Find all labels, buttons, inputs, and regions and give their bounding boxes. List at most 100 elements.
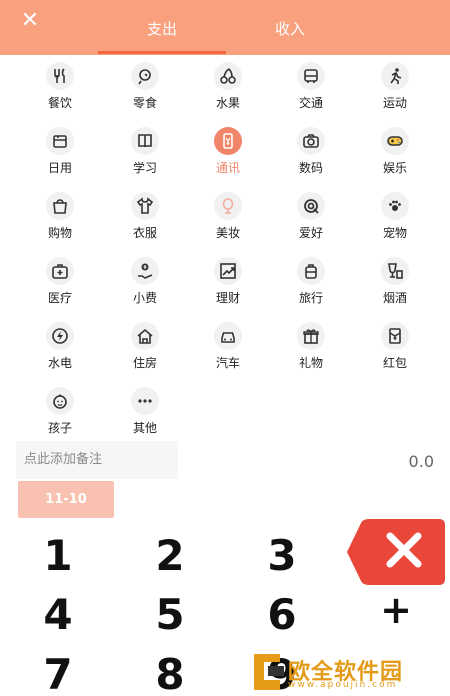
gamepad-icon: [381, 127, 409, 155]
category-label: 烟酒: [382, 291, 407, 305]
more-icon: [131, 387, 159, 415]
category-fork-knife[interactable]: 餐饮: [24, 58, 94, 116]
category-target[interactable]: 爱好: [275, 188, 345, 246]
category-label: 通讯: [215, 161, 240, 175]
watermark-icon: [254, 654, 284, 690]
note-input[interactable]: 点此添加备注: [16, 441, 178, 479]
calendar-icon: [46, 127, 74, 155]
tshirt-icon: [131, 192, 159, 220]
cherry-icon: [214, 62, 242, 90]
category-book[interactable]: 学习: [109, 123, 179, 181]
category-lightning[interactable]: 水电: [24, 318, 94, 376]
drink-icon: [381, 257, 409, 285]
mirror-icon: [214, 192, 242, 220]
category-car[interactable]: 汽车: [192, 318, 262, 376]
key-5[interactable]: 5: [140, 585, 200, 645]
category-label: 水电: [47, 356, 72, 370]
category-label: 衣服: [132, 226, 157, 240]
house-icon: [131, 322, 159, 350]
phone-icon: [214, 127, 242, 155]
category-label: 汽车: [215, 356, 240, 370]
camera-icon: [297, 127, 325, 155]
bus-icon: [297, 62, 325, 90]
category-calendar[interactable]: 日用: [24, 123, 94, 181]
date-button[interactable]: 11-10: [18, 481, 114, 518]
key-3[interactable]: 3: [252, 526, 312, 586]
key-8[interactable]: 8: [140, 645, 200, 696]
category-red-envelope[interactable]: 红包: [359, 318, 429, 376]
chart-up-icon: [214, 257, 242, 285]
header-bar: ✕ 支出 收入: [0, 0, 450, 55]
category-label: 旅行: [298, 291, 323, 305]
watermark-url: www.apoujin.com: [288, 680, 398, 690]
suitcase-icon: [297, 257, 325, 285]
category-label: 运动: [382, 96, 407, 110]
shopping-bag-icon: [46, 192, 74, 220]
category-label: 交通: [298, 96, 323, 110]
key-4[interactable]: 4: [28, 585, 88, 645]
category-label: 购物: [47, 226, 72, 240]
key-2[interactable]: 2: [140, 526, 200, 586]
category-label: 礼物: [298, 356, 323, 370]
category-running[interactable]: 运动: [359, 58, 429, 116]
category-label: 红包: [382, 356, 407, 370]
category-label: 住房: [132, 356, 157, 370]
category-gamepad[interactable]: 娱乐: [359, 123, 429, 181]
category-drink[interactable]: 烟酒: [359, 253, 429, 311]
category-label: 美妆: [215, 226, 240, 240]
category-bus[interactable]: 交通: [275, 58, 345, 116]
category-label: 医疗: [47, 291, 72, 305]
category-label: 其他: [132, 421, 157, 435]
key-7[interactable]: 7: [28, 645, 88, 696]
category-suitcase[interactable]: 旅行: [275, 253, 345, 311]
red-envelope-icon: [381, 322, 409, 350]
category-label: 宠物: [382, 226, 407, 240]
tab-income[interactable]: 收入: [226, 18, 354, 39]
category-phone[interactable]: 通讯: [192, 123, 262, 181]
category-label: 孩子: [47, 421, 72, 435]
category-camera[interactable]: 数码: [275, 123, 345, 181]
delete-key[interactable]: [347, 519, 445, 585]
plus-key[interactable]: +: [380, 590, 412, 630]
tip-icon: [131, 257, 159, 285]
category-label: 餐饮: [47, 96, 72, 110]
key-6[interactable]: 6: [252, 585, 312, 645]
category-more[interactable]: 其他: [109, 383, 179, 441]
paw-icon: [381, 192, 409, 220]
medical-kit-icon: [46, 257, 74, 285]
category-medical-kit[interactable]: 医疗: [24, 253, 94, 311]
category-chart-up[interactable]: 理财: [192, 253, 262, 311]
category-tip[interactable]: 小费: [109, 253, 179, 311]
category-tshirt[interactable]: 衣服: [109, 188, 179, 246]
lightning-icon: [46, 322, 74, 350]
key-1[interactable]: 1: [28, 526, 88, 586]
category-cherry[interactable]: 水果: [192, 58, 262, 116]
tab-expense[interactable]: 支出: [98, 18, 226, 39]
category-label: 零食: [132, 96, 157, 110]
category-mirror[interactable]: 美妆: [192, 188, 262, 246]
book-icon: [131, 127, 159, 155]
category-baby-face[interactable]: 孩子: [24, 383, 94, 441]
category-label: 小费: [132, 291, 157, 305]
baby-face-icon: [46, 387, 74, 415]
amount-display: 0.0: [408, 452, 434, 471]
category-label: 日用: [47, 161, 72, 175]
category-gift[interactable]: 礼物: [275, 318, 345, 376]
bookkeeping-app: ✕ 支出 收入 餐饮 零食 水果 交通 运动日用 学习 通讯 数码 娱乐购物 衣服 美妆 爱好 宠物医疗…: [0, 0, 450, 696]
category-paw[interactable]: 宠物: [359, 188, 429, 246]
target-icon: [297, 192, 325, 220]
category-label: 爱好: [298, 226, 323, 240]
car-icon: [214, 322, 242, 350]
category-grid: 餐饮 零食 水果 交通 运动日用 学习 通讯 数码 娱乐购物 衣服 美妆 爱好 宠物医疗 小费 理财 旅行 烟酒…: [0, 56, 450, 441]
running-icon: [381, 62, 409, 90]
close-icon[interactable]: ✕: [18, 9, 42, 33]
category-label: 娱乐: [382, 161, 407, 175]
active-tab-indicator: [98, 51, 226, 54]
category-lollipop[interactable]: 零食: [109, 58, 179, 116]
category-label: 水果: [215, 96, 240, 110]
category-label: 数码: [298, 161, 323, 175]
category-shopping-bag[interactable]: 购物: [24, 188, 94, 246]
lollipop-icon: [131, 62, 159, 90]
gift-icon: [297, 322, 325, 350]
category-house[interactable]: 住房: [109, 318, 179, 376]
